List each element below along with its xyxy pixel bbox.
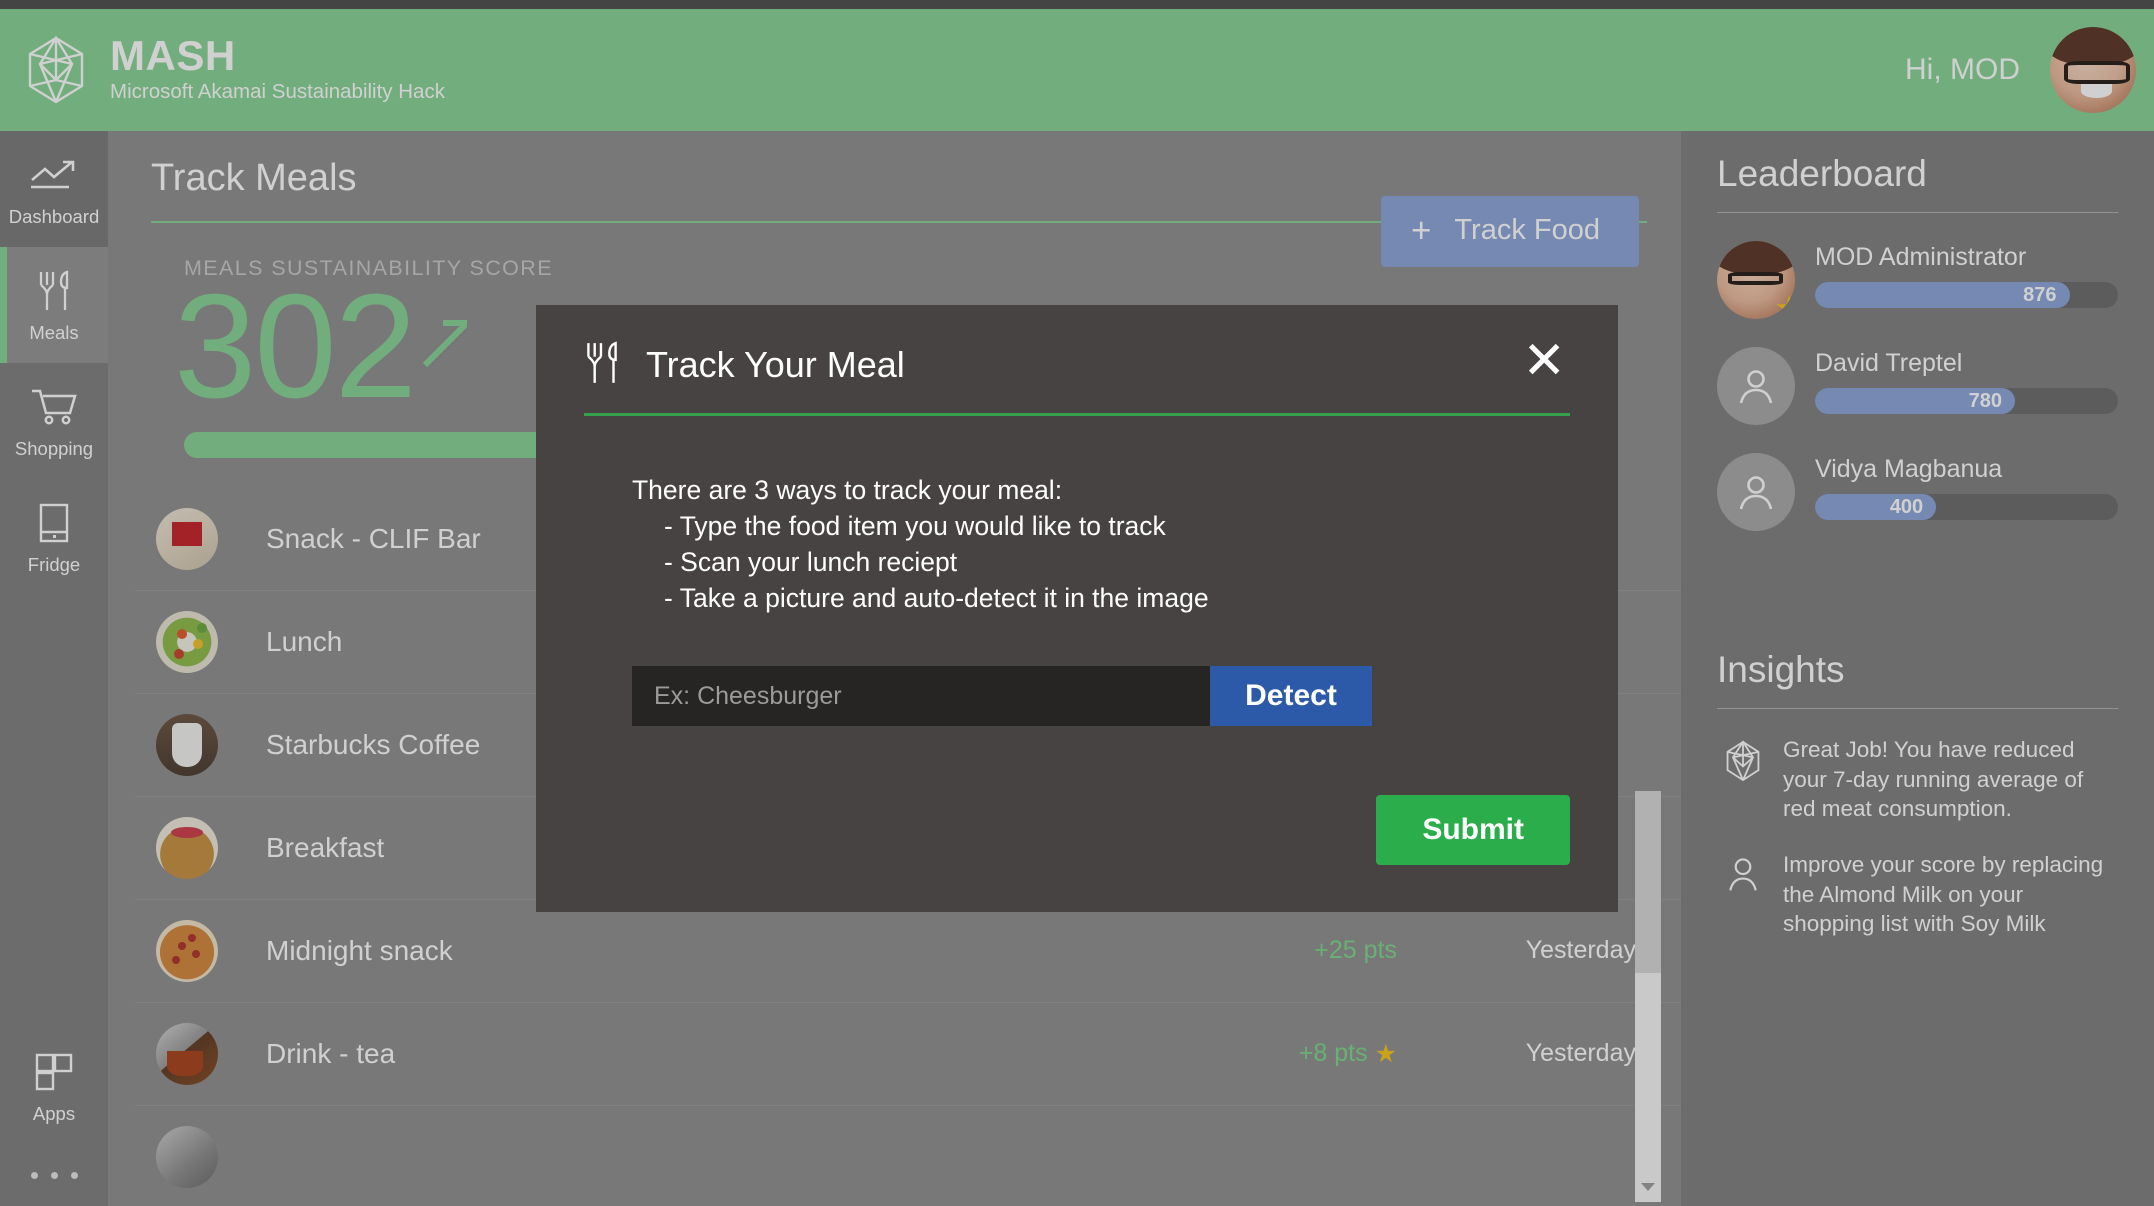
track-meal-dialog: Track Your Meal ✕ There are 3 ways to tr… bbox=[536, 305, 1618, 912]
dialog-way-3: - Take a picture and auto-detect it in t… bbox=[664, 583, 1209, 614]
close-x-icon[interactable]: ✕ bbox=[1518, 335, 1570, 395]
detect-button[interactable]: Detect bbox=[1210, 666, 1372, 727]
detect-input-row: Detect bbox=[632, 666, 1372, 727]
fork-knife-icon bbox=[584, 340, 620, 391]
meal-search-input[interactable] bbox=[632, 666, 1210, 727]
dialog-title: Track Your Meal bbox=[646, 344, 905, 385]
dialog-intro: There are 3 ways to track your meal: bbox=[632, 475, 1063, 505]
dialog-way-2: - Scan your lunch reciept bbox=[664, 547, 958, 578]
dialog-body: There are 3 ways to track your meal: - T… bbox=[584, 416, 1570, 616]
dialog-header: Track Your Meal ✕ bbox=[584, 305, 1570, 395]
submit-button[interactable]: Submit bbox=[1376, 795, 1570, 865]
app-root: MASH Microsoft Akamai Sustainability Hac… bbox=[0, 0, 2154, 1206]
dialog-way-1: - Type the food item you would like to t… bbox=[664, 511, 1166, 542]
